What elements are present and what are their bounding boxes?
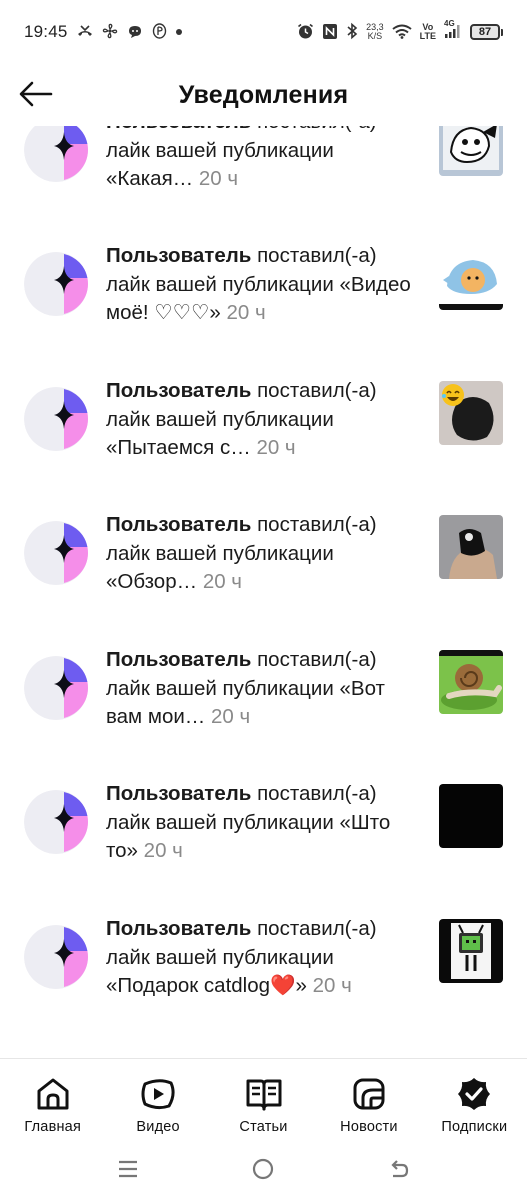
nav-home-label: Главная [24,1119,81,1135]
status-time: 19:45 [24,22,68,41]
nav-articles-label: Статьи [239,1119,288,1135]
alarm-icon [297,23,314,42]
nav-news[interactable]: Новости [316,1059,421,1142]
subscriptions-icon [455,1075,493,1113]
notification-time: 20 ч [143,839,183,862]
arrow-left-icon [19,81,53,112]
notification-text: Пользователь поставил(-а) лайк вашей пуб… [106,126,424,194]
signal-label: 4G [444,19,455,28]
nfc-icon [322,23,338,42]
network-speed: 23,3 K/S [366,23,384,41]
notification-text: Пользователь поставил(-а) лайк вашей пуб… [106,511,424,597]
menu-icon [117,1159,139,1184]
avatar[interactable] [24,656,88,720]
home-icon [34,1075,72,1113]
avatar[interactable] [24,790,88,854]
volte-bottom: LTE [419,31,436,41]
notification-time: 20 ч [198,167,239,190]
avatar[interactable] [24,252,88,316]
notification-item[interactable]: Пользователь поставил(-а) лайк вашей пуб… [0,646,527,766]
notification-item[interactable]: Пользователь поставил(-а) лайк вашей пуб… [0,780,527,900]
nav-news-label: Новости [340,1119,398,1135]
post-thumbnail[interactable] [439,381,503,445]
notification-text: Пользователь поставил(-а) лайк вашей пуб… [106,377,424,463]
wifi-icon [392,24,412,41]
notification-user: Пользователь [106,782,252,805]
nav-video[interactable]: Видео [105,1059,210,1142]
nav-home[interactable]: Главная [0,1059,105,1142]
battery-tip [501,28,503,36]
notification-post-title: «Подарок catdlog❤️» [106,974,307,997]
notification-time: 20 ч [226,301,266,324]
open-book-icon [245,1075,283,1113]
notification-user: Пользователь [106,648,252,671]
back-icon [388,1158,410,1185]
notification-time: 20 ч [202,570,242,593]
bottom-navigation: Главная Видео Статьи Новости Подписки [0,1058,527,1142]
home-circle-icon [251,1157,275,1186]
dot-icon [175,29,182,35]
nav-video-label: Видео [136,1119,180,1135]
bluetooth-icon [346,22,358,42]
avatar[interactable] [24,925,88,989]
notification-text: Пользователь поставил(-а) лайк вашей пуб… [106,242,424,328]
notification-text: Пользователь поставил(-а) лайк вашей пуб… [106,915,424,1001]
status-left: 19:45 [24,22,182,42]
video-play-icon [139,1075,177,1113]
net-speed-unit: K/S [367,31,383,41]
news-icon [350,1075,388,1113]
notification-time: 20 ч [256,436,296,459]
notification-time: 20 ч [211,705,251,728]
post-thumbnail[interactable] [439,784,503,848]
chat-bubble-icon [127,24,143,41]
back-button[interactable] [16,76,56,116]
avatar[interactable] [24,387,88,451]
system-menu-button[interactable] [108,1151,148,1191]
system-navigation [0,1142,527,1200]
notification-user: Пользователь [106,244,252,267]
nav-subscriptions-label: Подписки [441,1119,508,1135]
status-bar: 19:45 23,3 K/S Vo LTE 4G 87 [0,0,527,64]
notification-post-title: «Какая… [106,167,194,190]
notification-item[interactable]: Пользователь поставил(-а) лайк вашей пуб… [0,242,527,362]
system-back-button[interactable] [379,1151,419,1191]
notification-time: 20 ч [312,974,352,997]
notification-list[interactable]: Пользователь поставил(-а) лайк вашей пуб… [0,126,527,1056]
missed-call-icon [77,24,93,40]
status-right: 23,3 K/S Vo LTE 4G 87 [297,19,503,42]
notification-item[interactable]: Пользователь поставил(-а) лайк вашей пуб… [0,377,527,497]
notification-user: Пользователь [106,917,252,940]
notification-post-title: «Пытаемся с… [106,436,251,459]
notification-text: Пользователь поставил(-а) лайк вашей пуб… [106,646,424,732]
post-thumbnail[interactable] [439,246,503,310]
coin-icon [152,23,167,41]
battery-icon: 87 [470,24,503,40]
notification-item[interactable]: Пользователь поставил(-а) лайк вашей пуб… [0,511,527,631]
fan-icon [102,23,118,41]
notification-user: Пользователь [106,379,252,402]
volte-indicator: Vo LTE [420,23,436,41]
battery-level: 87 [470,24,500,40]
post-thumbnail[interactable] [439,650,503,714]
system-home-button[interactable] [243,1151,283,1191]
notification-item[interactable]: Пользователь поставил(-а) лайк вашей пуб… [0,915,527,1035]
post-thumbnail[interactable] [439,515,503,579]
notification-user: Пользователь [106,513,252,536]
post-thumbnail[interactable] [439,126,503,176]
notification-text: Пользователь поставил(-а) лайк вашей пуб… [106,780,424,866]
notification-post-title: «Обзор… [106,570,198,593]
post-thumbnail[interactable] [439,919,503,983]
page-title: Уведомления [178,80,349,109]
nav-subscriptions[interactable]: Подписки [422,1059,527,1142]
notification-item[interactable]: Пользователь поставил(-а) лайк вашей пуб… [0,126,527,228]
nav-articles[interactable]: Статьи [211,1059,316,1142]
signal-icon: 4G [444,19,462,41]
avatar[interactable] [24,126,88,182]
notification-user: Пользователь [106,126,251,133]
header: Уведомления [0,64,527,126]
avatar[interactable] [24,521,88,585]
